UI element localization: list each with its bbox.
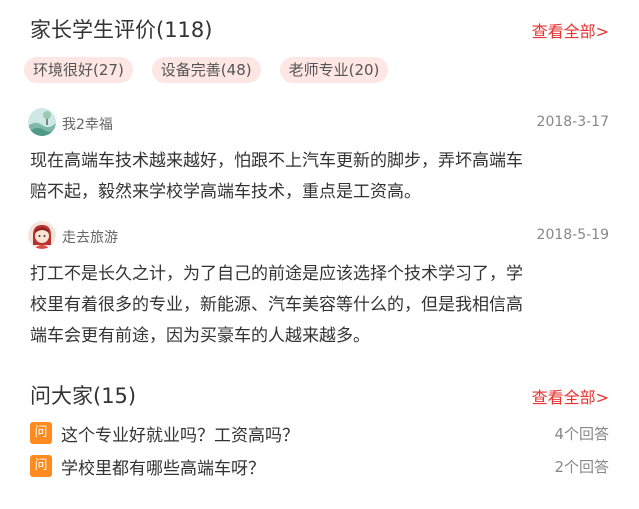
review-item: 走去旅游 2018-5-19 打工不是长久之计，为了自己的前途是应该选择个技术学… [28,221,609,352]
reviews-header: 家长学生评价(118) 查看全部> [30,14,609,44]
review-text-line: 现在高端车技术越来越好，怕跟不上汽车更新的脚步，弄坏高端车 [30,151,523,171]
answer-count[interactable]: 4个回答 [554,423,609,444]
question-badge-icon: 问 [30,422,52,444]
question-badge-icon: 问 [30,455,52,477]
questions-title: 问大家(15) [30,384,137,408]
review-text-line: 校里有着很多的专业，新能源、汽车美容等什么的，但是我相信高 [30,295,523,315]
review-item: 我2幸福 2018-3-17 现在高端车技术越来越好，怕跟不上汽车更新的脚步，弄… [28,108,609,208]
question-item[interactable]: 问 这个专业好就业吗？工资高吗？ 4个回答 [30,420,609,446]
tag-environment[interactable]: 环境很好(27) [24,57,133,83]
review-text: 现在高端车技术越来越好，怕跟不上汽车更新的脚步，弄坏高端车 赔不起，毅然来学校学… [28,146,609,208]
review-text-line: 赔不起，毅然来学校学高端车技术，重点是工资高。 [30,182,421,202]
questions-header: 问大家(15) 查看全部> [30,380,609,410]
girl-avatar-icon[interactable] [28,221,56,249]
question-item[interactable]: 问 学校里都有哪些高端车呀？ 2个回答 [30,453,609,479]
review-date: 2018-5-19 [536,227,609,243]
review-text: 打工不是长久之计，为了自己的前途是应该选择个技术学习了，学 校里有着很多的专业，… [28,259,609,352]
questions-view-all-link[interactable]: 查看全部> [532,384,609,408]
answer-count[interactable]: 2个回答 [554,456,609,477]
tag-equipment[interactable]: 设备完善(48) [151,57,261,83]
review-username[interactable]: 我2幸福 [62,114,113,134]
review-tags: 环境很好(27) 设备完善(48) 老师专业(20) [24,57,407,85]
reviews-title: 家长学生评价(118) [30,18,213,42]
question-text[interactable]: 学校里都有哪些高端车呀？ [61,454,265,479]
landscape-avatar-icon[interactable] [28,108,56,136]
review-meta: 走去旅游 2018-5-19 [28,221,609,251]
question-text[interactable]: 这个专业好就业吗？工资高吗？ [61,421,299,446]
tag-teachers[interactable]: 老师专业(20) [279,57,389,83]
review-text-line: 端车会更有前途，因为买豪车的人越来越多。 [30,326,370,346]
review-date: 2018-3-17 [536,114,609,130]
review-text-line: 打工不是长久之计，为了自己的前途是应该选择个技术学习了，学 [30,264,523,284]
reviews-view-all-link[interactable]: 查看全部> [532,18,609,42]
review-meta: 我2幸福 2018-3-17 [28,108,609,138]
review-username[interactable]: 走去旅游 [62,227,118,247]
